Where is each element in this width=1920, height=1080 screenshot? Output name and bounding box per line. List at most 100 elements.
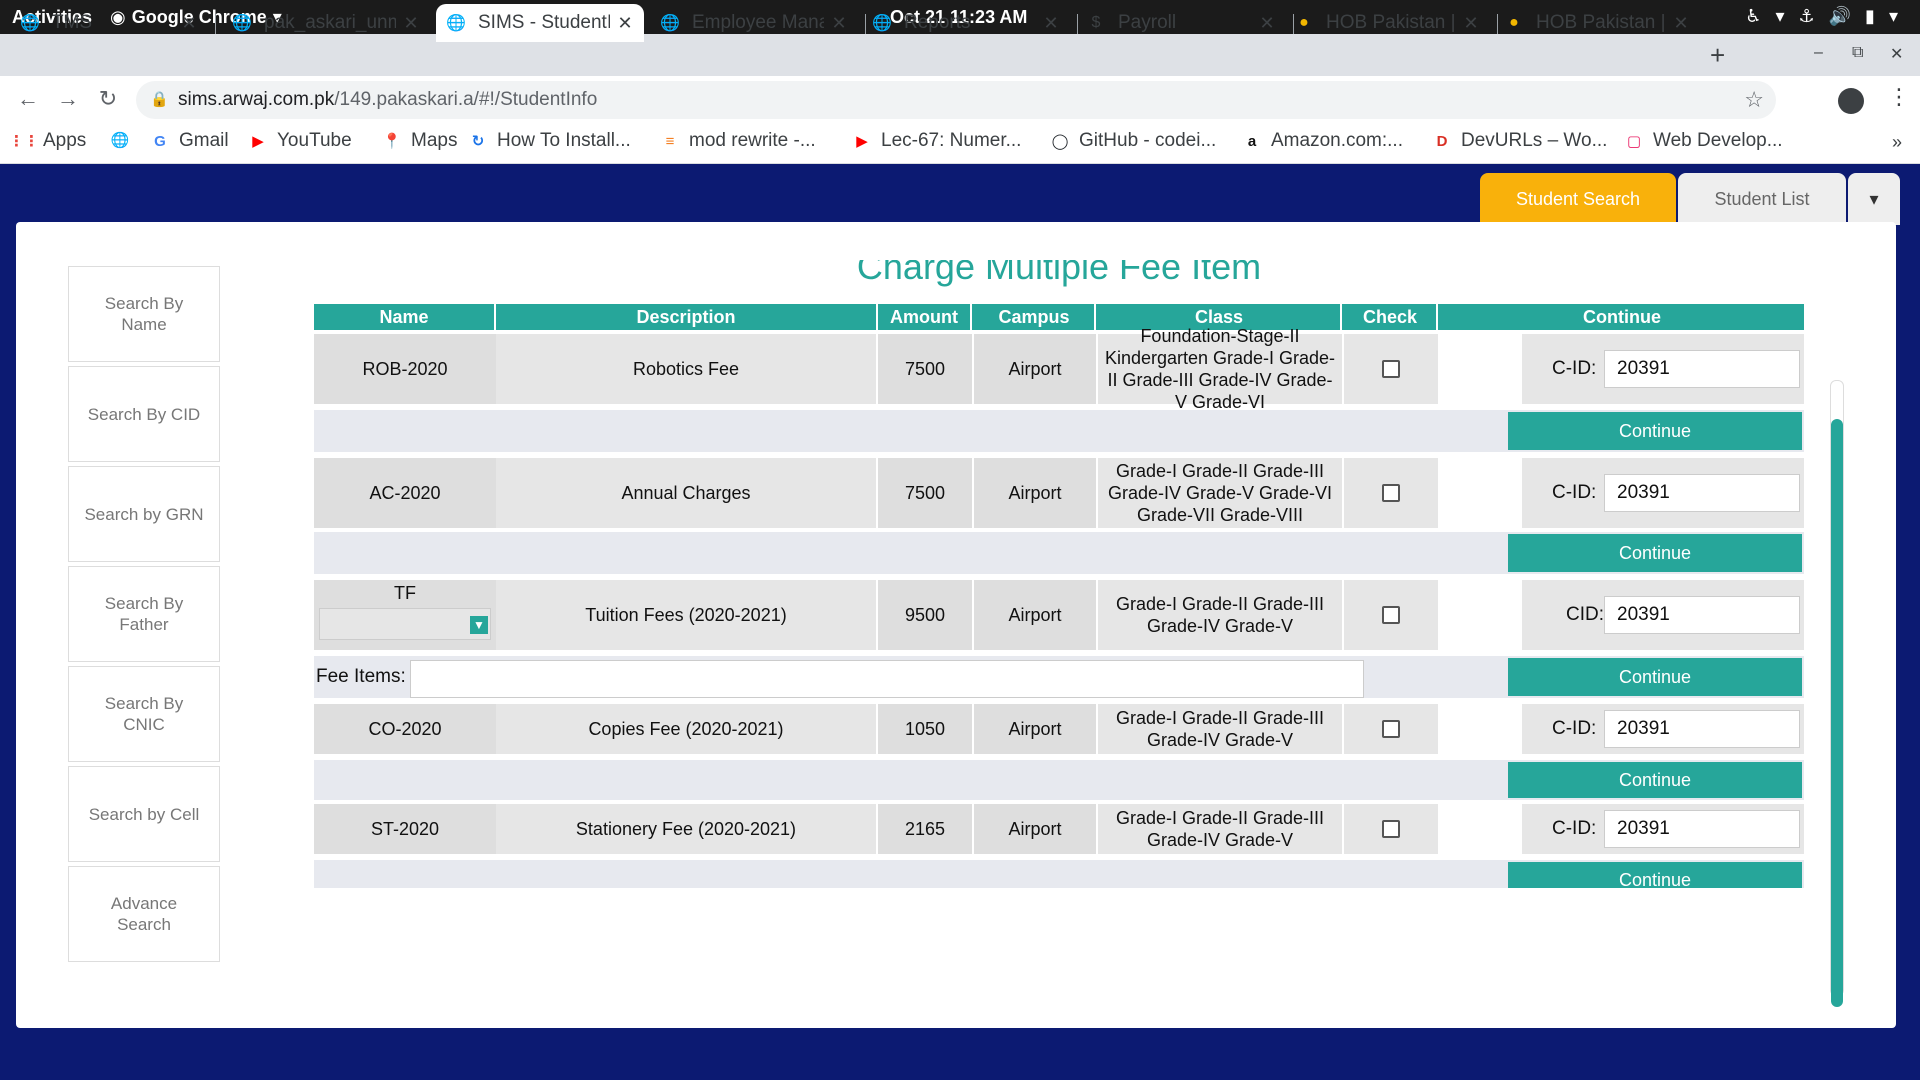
bookmark-item[interactable]: ⋮⋮ Apps	[9, 130, 86, 152]
row-checkbox[interactable]	[1382, 606, 1400, 624]
browser-tab[interactable]: 🌐 TMS ✕	[10, 4, 208, 42]
network-icon[interactable]: ⚓	[1798, 6, 1814, 27]
row-checkbox[interactable]	[1382, 484, 1400, 502]
reload-icon[interactable]: ↻	[94, 86, 122, 112]
chevron-down-icon[interactable]: ▼	[470, 616, 488, 634]
bookmark-item[interactable]: ≡ mod rewrite -...	[660, 130, 816, 152]
bookmark-label: DevURLs – Wo...	[1461, 130, 1608, 151]
cid-input[interactable]: 20391	[1604, 596, 1800, 634]
bookmark-item[interactable]: ◯ GitHub - codei...	[1050, 130, 1217, 152]
bookmark-item[interactable]: D DevURLs – Wo...	[1432, 130, 1608, 152]
close-icon[interactable]: ✕	[1462, 13, 1480, 34]
browser-tab[interactable]: 🌐 SIMS - StudentI ✕	[436, 4, 644, 42]
fee-items-input[interactable]	[410, 660, 1364, 698]
column-header: Check	[1344, 304, 1438, 330]
browser-tab[interactable]: ● HOB Pakistan | ✕	[1494, 4, 1700, 42]
cid-input[interactable]: 20391	[1604, 350, 1800, 388]
bookmark-item[interactable]: ▢ Web Develop...	[1624, 130, 1783, 152]
continue-button[interactable]: Continue	[1508, 534, 1802, 572]
vertical-scrollbar[interactable]	[1830, 380, 1844, 1007]
close-icon[interactable]: ✕	[1258, 13, 1276, 34]
close-icon[interactable]: ✕	[1042, 13, 1060, 34]
bookmark-item[interactable]: ↻ How To Install...	[468, 130, 631, 152]
bookmark-label: Amazon.com:...	[1271, 130, 1403, 151]
tab-student-search[interactable]: Student Search	[1480, 173, 1676, 225]
row-checkbox[interactable]	[1382, 360, 1400, 378]
close-window-icon[interactable]: ✕	[1890, 44, 1903, 64]
cell-name-text: CO-2020	[368, 719, 442, 739]
continue-button[interactable]: Continue	[1508, 658, 1802, 696]
sidebar-search-button[interactable]: Search by Cell	[68, 766, 220, 862]
tab-title: TMS	[52, 12, 93, 33]
browser-tab[interactable]: ● HOB Pakistan | ✕	[1284, 4, 1490, 42]
continue-button[interactable]: Continue	[1508, 412, 1802, 450]
dropdown-caret-icon[interactable]: ▾	[1848, 173, 1900, 225]
globe-icon: 🌐	[232, 15, 252, 32]
row-checkbox[interactable]	[1382, 720, 1400, 738]
close-icon[interactable]: ✕	[180, 13, 198, 34]
sidebar-search-button[interactable]: Search By Father	[68, 566, 220, 662]
more-menu-icon[interactable]: ⋮	[1888, 84, 1910, 110]
cid-input[interactable]: 20391	[1604, 810, 1800, 848]
url-text[interactable]: sims.arwaj.com.pk/149.pakaskari.a/#!/Stu…	[178, 89, 597, 111]
more-bookmarks-icon[interactable]: »	[1892, 132, 1902, 153]
bookmark-label: Lec-67: Numer...	[881, 130, 1022, 151]
close-icon[interactable]: ✕	[402, 13, 420, 34]
row-checkbox[interactable]	[1382, 820, 1400, 838]
continue-row: Continue	[314, 760, 1804, 800]
tab-title: Employee Mana	[692, 12, 824, 33]
fee-select[interactable]: ▼	[319, 608, 491, 640]
sidebar-search-button[interactable]: Search By CID	[68, 366, 220, 462]
close-icon[interactable]: ✕	[830, 13, 848, 34]
cid-input[interactable]: 20391	[1604, 710, 1800, 748]
profile-avatar-icon[interactable]	[1838, 88, 1864, 114]
volume-icon[interactable]: 🔊	[1829, 6, 1851, 27]
tab-student-list[interactable]: Student List	[1678, 173, 1846, 225]
globe-icon: 🌐	[20, 15, 40, 32]
continue-button[interactable]: Continue	[1508, 762, 1802, 798]
globe-icon: 🌐	[872, 15, 892, 32]
close-icon[interactable]: ✕	[616, 13, 634, 34]
bookmark-item[interactable]: a Amazon.com:...	[1242, 130, 1403, 152]
address-bar[interactable]: 🔒 sims.arwaj.com.pk/149.pakaskari.a/#!/S…	[136, 81, 1776, 119]
cid-input[interactable]: 20391	[1604, 474, 1800, 512]
bookmark-star-icon[interactable]: ☆	[1744, 87, 1764, 113]
lock-icon[interactable]: 🔒	[150, 90, 169, 108]
bookmark-item[interactable]: ▶ YouTube	[248, 130, 351, 152]
sidebar-search-button[interactable]: Search by GRN	[68, 466, 220, 562]
restore-icon[interactable]: ⧉	[1852, 44, 1863, 62]
cell-campus-text: Airport	[1008, 819, 1062, 839]
table-row: ST-2020 Stationery Fee (2020-2021) 2165 Air…	[314, 804, 1804, 854]
table-header: Name Description Amount Campus Class Check Con…	[314, 304, 1804, 330]
continue-row: Continue	[314, 860, 1804, 888]
new-tab-button[interactable]: +	[1710, 40, 1725, 71]
minimize-icon[interactable]: –	[1814, 44, 1823, 62]
accessibility-icon[interactable]: ♿	[1745, 6, 1761, 27]
bookmark-item[interactable]: 📍 Maps	[382, 130, 458, 152]
forward-icon[interactable]: →	[54, 86, 82, 112]
browser-tab[interactable]: 🌐 Employee Mana ✕	[650, 4, 858, 42]
cid-label: C-ID:	[1552, 718, 1597, 739]
cid-label: C-ID:	[1552, 818, 1597, 839]
sidebar-search-button[interactable]: Search By CNIC	[68, 666, 220, 762]
browser-tab[interactable]: 🌐 Reports ✕	[862, 4, 1070, 42]
cell-name: ST-2020	[314, 804, 496, 854]
column-header: Name	[314, 304, 496, 330]
battery-icon[interactable]: ▮	[1865, 6, 1875, 27]
fee-items-label: Fee Items:	[316, 666, 406, 687]
system-tray[interactable]: ♿ ▾ ⚓ 🔊 ▮ ▾	[1745, 6, 1898, 27]
bookmark-item[interactable]: 🌐	[110, 130, 139, 150]
bookmark-item[interactable]: G Gmail	[150, 130, 228, 152]
sidebar-search-button[interactable]: Advance Search	[68, 866, 220, 962]
google-icon: G	[154, 132, 166, 150]
browser-tab[interactable]: $ Payroll ✕	[1076, 4, 1286, 42]
back-icon[interactable]: ←	[14, 86, 42, 112]
cell-class: Grade-I Grade-II Grade-III Grade-IV Grad…	[1098, 580, 1342, 650]
bookmark-item[interactable]: ▶ Lec-67: Numer...	[852, 130, 1021, 152]
close-icon[interactable]: ✕	[1672, 13, 1690, 34]
sidebar-search-button[interactable]: Search By Name	[68, 266, 220, 362]
cell-check	[1344, 704, 1438, 754]
continue-button[interactable]: Continue	[1508, 862, 1802, 888]
browser-tab[interactable]: 🌐 pak_askari_unm ✕	[222, 4, 430, 42]
scrollbar-thumb[interactable]	[1831, 419, 1843, 1007]
